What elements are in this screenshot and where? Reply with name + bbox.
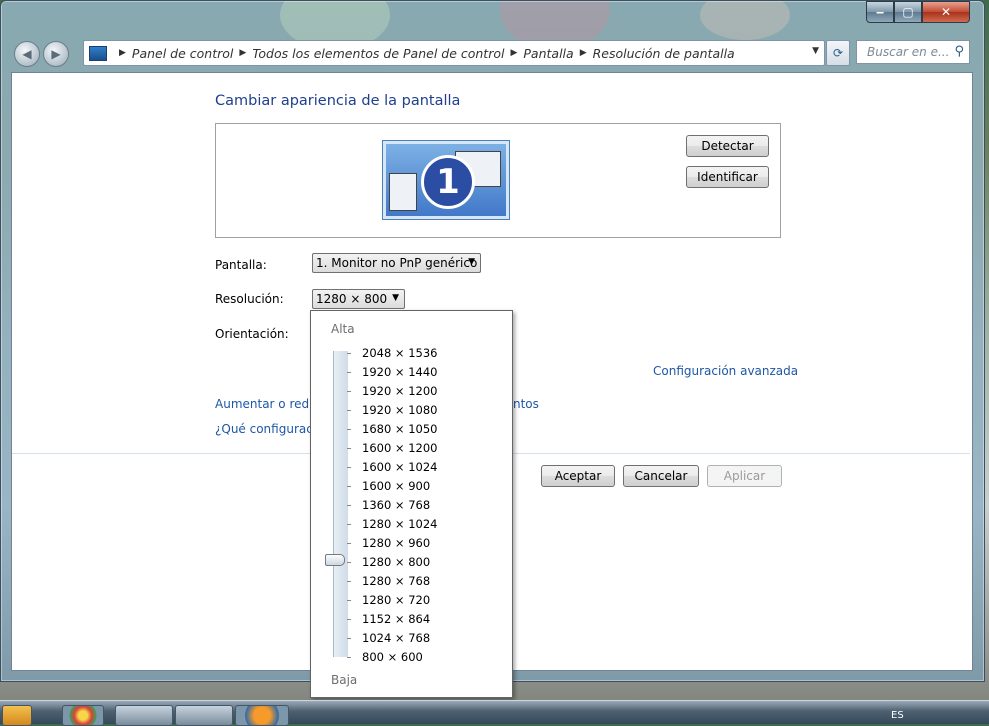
resolution-option[interactable]: 1600 × 900: [362, 479, 430, 493]
slider-tick-mark: [347, 486, 351, 487]
slider-tick-mark: [347, 372, 351, 373]
resolution-option[interactable]: 1920 × 1440: [362, 365, 437, 379]
identify-button[interactable]: Identificar: [686, 166, 769, 188]
breadcrumb-separator-icon: ▶: [119, 48, 126, 58]
search-input[interactable]: Buscar en e... ⚲: [856, 40, 970, 64]
monitor-1-thumbnail[interactable]: 1: [382, 140, 510, 220]
resolution-slider-thumb[interactable]: [325, 554, 345, 566]
slider-tick-mark: [347, 467, 351, 468]
search-placeholder: Buscar en e...: [867, 45, 950, 59]
slider-tick-mark: [347, 638, 351, 639]
breadcrumb-separator-icon: ▶: [510, 48, 518, 58]
slider-tick-mark: [347, 429, 351, 430]
resolution-option[interactable]: 1024 × 768: [362, 631, 430, 645]
slider-tick-mark: [347, 391, 351, 392]
display-settings-help-link[interactable]: ¿Qué configuració: [215, 422, 324, 436]
slider-tick-mark: [347, 562, 351, 563]
close-icon: ✕: [940, 5, 952, 19]
display-select-value: 1. Monitor no PnP genérico: [316, 256, 478, 270]
slider-tick-mark: [347, 353, 351, 354]
minimize-icon: ‒: [875, 5, 885, 19]
resolution-option[interactable]: 1280 × 720: [362, 593, 430, 607]
breadcrumb-separator-icon: ▶: [239, 48, 247, 58]
resolution-option[interactable]: 1920 × 1200: [362, 384, 437, 398]
refresh-button[interactable]: ⟳: [826, 40, 850, 66]
display-label: Pantalla:: [215, 258, 267, 272]
forward-arrow-icon: ▶: [51, 47, 61, 61]
monitor-window-icon: [389, 173, 417, 211]
resolution-option[interactable]: 1280 × 1024: [362, 517, 437, 531]
resolution-option[interactable]: 1600 × 1024: [362, 460, 437, 474]
resolution-label: Resolución:: [215, 292, 284, 306]
display-select[interactable]: 1. Monitor no PnP genérico ▼: [312, 253, 481, 273]
slider-tick-mark: [347, 410, 351, 411]
cancel-button[interactable]: Cancelar: [623, 465, 699, 487]
resolution-option[interactable]: 800 × 600: [362, 650, 423, 664]
slider-tick-mark: [347, 657, 351, 658]
monitor-number-badge: 1: [421, 155, 475, 209]
back-arrow-icon: ◀: [22, 47, 32, 61]
resolution-option[interactable]: 1280 × 960: [362, 536, 430, 550]
resolution-dropdown-popup: Alta 2048 × 1536 1920 × 1440 1920 × 1200 19…: [310, 310, 513, 698]
breadcrumb-resolution[interactable]: Resolución de pantalla: [593, 46, 735, 61]
detect-button[interactable]: Detectar: [686, 135, 769, 157]
text-size-link[interactable]: Aumentar o reduc: [215, 397, 323, 411]
chevron-down-icon: ▼: [468, 257, 475, 267]
monitor-preview-area: 1 Detectar Identificar: [215, 123, 781, 238]
search-icon[interactable]: ⚲: [954, 44, 964, 59]
control-panel-icon: [89, 45, 107, 61]
back-button[interactable]: ◀: [14, 41, 40, 67]
low-label: Baja: [331, 673, 358, 687]
resolution-select[interactable]: 1280 × 800 ▼: [312, 289, 405, 309]
resolution-option[interactable]: 1360 × 768: [362, 498, 430, 512]
resolution-option[interactable]: 1152 × 864: [362, 612, 430, 626]
apply-button[interactable]: Aplicar: [707, 465, 782, 487]
close-button[interactable]: ✕: [922, 1, 970, 23]
slider-tick-mark: [347, 581, 351, 582]
high-label: Alta: [331, 322, 355, 336]
language-indicator[interactable]: ES: [891, 710, 904, 721]
refresh-icon: ⟳: [832, 46, 844, 60]
resolution-option[interactable]: 1920 × 1080: [362, 403, 437, 417]
address-bar[interactable]: ▶ Panel de control ▶ Todos los elementos…: [83, 40, 825, 66]
breadcrumb-display[interactable]: Pantalla: [523, 46, 573, 61]
slider-tick-mark: [347, 543, 351, 544]
forward-button[interactable]: ▶: [43, 41, 69, 67]
minimize-button[interactable]: ‒: [866, 1, 894, 23]
taskbar: [0, 700, 989, 726]
resolution-slider-track[interactable]: [333, 351, 348, 657]
text-size-link-end[interactable]: ntos: [513, 397, 539, 411]
chevron-down-icon: ▼: [392, 293, 399, 303]
slider-tick-mark: [347, 505, 351, 506]
advanced-settings-link[interactable]: Configuración avanzada: [653, 364, 798, 378]
breadcrumb-control-panel[interactable]: Panel de control: [132, 46, 233, 61]
resolution-option[interactable]: 1280 × 800: [362, 555, 430, 569]
maximize-button[interactable]: ▢: [894, 1, 922, 23]
breadcrumb-all-items[interactable]: Todos los elementos de Panel de control: [252, 46, 504, 61]
slider-tick-mark: [347, 600, 351, 601]
address-dropdown-icon[interactable]: ▼: [812, 46, 819, 56]
ok-button[interactable]: Aceptar: [541, 465, 615, 487]
slider-tick-mark: [347, 524, 351, 525]
resolution-option[interactable]: 1600 × 1200: [362, 441, 437, 455]
resolution-select-value: 1280 × 800: [316, 292, 388, 306]
slider-tick-mark: [347, 619, 351, 620]
slider-tick-mark: [347, 448, 351, 449]
resolution-option[interactable]: 1280 × 768: [362, 574, 430, 588]
resolution-option[interactable]: 1680 × 1050: [362, 422, 437, 436]
caption-buttons: ‒ ▢ ✕: [866, 1, 970, 23]
orientation-label: Orientación:: [215, 327, 289, 341]
resolution-option[interactable]: 2048 × 1536: [362, 346, 437, 360]
breadcrumb-separator-icon: ▶: [579, 48, 587, 58]
maximize-icon: ▢: [902, 5, 914, 19]
page-title: Cambiar apariencia de la pantalla: [215, 93, 461, 109]
